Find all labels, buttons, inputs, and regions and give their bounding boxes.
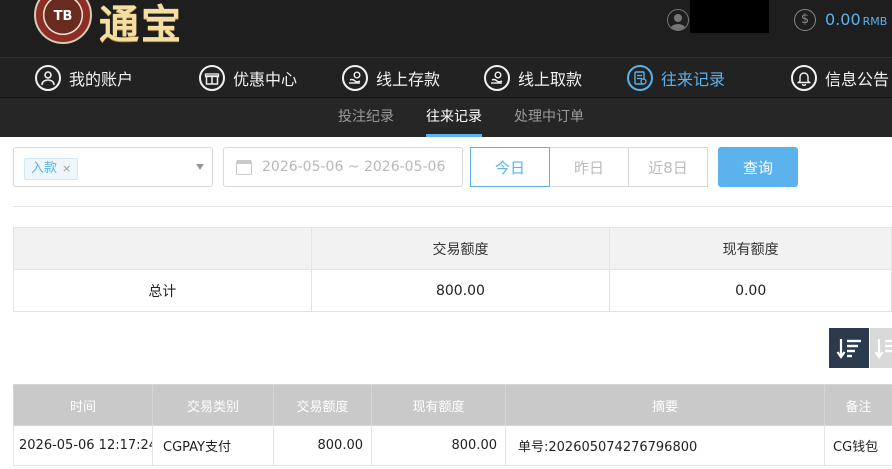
table-row: 2026-05-06 12:17:24 CGPAY支付 800.00 800.0… — [13, 425, 892, 466]
tab-pending-orders[interactable]: 处理中订单 — [514, 98, 584, 137]
summary-table: 交易额度 现有额度 总计 800.00 0.00 — [13, 227, 892, 312]
sub-nav: 投注纪录 往来记录 处理中订单 — [0, 98, 892, 137]
username-redacted — [690, 0, 769, 33]
summary-transaction-amount: 800.00 — [310, 269, 611, 312]
column-header-amount[interactable]: 交易额度 — [273, 384, 372, 426]
column-header-time[interactable]: 时间 — [13, 384, 153, 426]
summary-header-current: 现有额度 — [609, 227, 892, 270]
logo-text[interactable]: 通宝 — [99, 0, 183, 50]
gift-icon — [199, 65, 225, 91]
nav-item-records[interactable]: 往来记录 — [627, 58, 725, 98]
records-icon — [627, 65, 653, 91]
filter-divider — [13, 206, 892, 207]
records-table: 时间 交易类别 交易额度 现有额度 摘要 备注 2026-05-06 12:17… — [13, 384, 892, 466]
column-header-remark[interactable]: 备注 — [824, 384, 892, 426]
summary-header-blank — [13, 227, 312, 270]
user-icon — [35, 65, 61, 91]
cell-type: CGPAY支付 — [152, 425, 274, 466]
summary-header-transaction: 交易额度 — [310, 227, 611, 270]
summary-current-amount: 0.00 — [609, 269, 892, 312]
top-header: TB 通宝 $ 0.00 RMB — [0, 0, 892, 57]
column-header-summary[interactable]: 摘要 — [505, 384, 825, 426]
sort-ascending-icon — [874, 339, 892, 359]
nav-item-label: 线上存款 — [376, 70, 441, 89]
summary-header-row: 交易额度 现有额度 — [13, 227, 892, 270]
query-button[interactable]: 查询 — [718, 147, 798, 187]
sort-descending-icon — [836, 339, 861, 359]
nav-item-online-deposit[interactable]: 线上存款 — [342, 58, 440, 98]
tab-transaction-records[interactable]: 往来记录 — [426, 98, 482, 137]
column-header-type[interactable]: 交易类别 — [152, 384, 274, 426]
nav-item-my-account[interactable]: 我的账户 — [35, 58, 133, 98]
yesterday-button[interactable]: 昨日 — [549, 147, 629, 187]
date-range-picker[interactable]: 2026-05-06 ~ 2026-05-06 — [223, 147, 463, 187]
nav-item-announcements[interactable]: 信息公告 — [791, 58, 889, 98]
selected-type-tag: 入款 × — [24, 158, 79, 180]
remove-tag-icon[interactable]: × — [62, 159, 71, 179]
nav-item-online-withdraw[interactable]: 线上取款 — [484, 58, 582, 98]
dollar-icon: $ — [794, 9, 816, 31]
bell-icon — [791, 65, 817, 91]
nav-item-label: 往来记录 — [661, 70, 726, 89]
chevron-down-icon[interactable] — [196, 164, 204, 170]
nav-item-label: 优惠中心 — [233, 70, 298, 89]
cell-balance: 800.00 — [371, 425, 506, 466]
nav-item-label: 我的账户 — [69, 70, 134, 89]
today-button[interactable]: 今日 — [470, 147, 550, 187]
balance-unit: RMB — [862, 15, 888, 28]
tab-bet-records[interactable]: 投注纪录 — [338, 98, 394, 137]
summary-total-row: 总计 800.00 0.00 — [13, 269, 892, 312]
selected-type-label: 入款 — [31, 161, 58, 176]
nav-item-promotions[interactable]: 优惠中心 — [199, 58, 297, 98]
logo-chip-text: TB — [53, 8, 73, 24]
cell-summary: 单号:202605074276796800 — [505, 425, 825, 466]
deposit-icon — [342, 65, 368, 91]
balance-display: 0.00 RMB — [825, 10, 887, 29]
nav-item-label: 信息公告 — [825, 70, 890, 89]
logo-chip[interactable]: TB — [34, 0, 92, 44]
column-header-balance[interactable]: 现有额度 — [371, 384, 506, 426]
user-avatar-icon[interactable] — [667, 9, 689, 31]
cell-amount: 800.00 — [273, 425, 372, 466]
transaction-type-select[interactable]: 入款 × — [13, 147, 213, 187]
balance-value: 0.00 — [825, 10, 861, 29]
sort-ascending-button[interactable] — [870, 328, 892, 368]
records-header-row: 时间 交易类别 交易额度 现有额度 摘要 备注 — [13, 384, 892, 426]
main-nav: 我的账户 优惠中心 线上存款 线上取款 往来记录 信息公告 — [0, 57, 892, 98]
date-range-value: 2026-05-06 ~ 2026-05-06 — [262, 159, 446, 175]
calendar-icon — [236, 159, 252, 175]
summary-total-label: 总计 — [13, 269, 312, 312]
last-8-days-button[interactable]: 近8日 — [628, 147, 708, 187]
quick-date-group: 今日 昨日 近8日 — [470, 147, 708, 187]
nav-item-label: 线上取款 — [518, 70, 583, 89]
cell-time: 2026-05-06 12:17:24 — [13, 425, 153, 466]
sort-descending-button[interactable] — [829, 328, 869, 368]
withdraw-icon — [484, 65, 510, 91]
cell-remark: CG钱包 — [824, 425, 892, 466]
